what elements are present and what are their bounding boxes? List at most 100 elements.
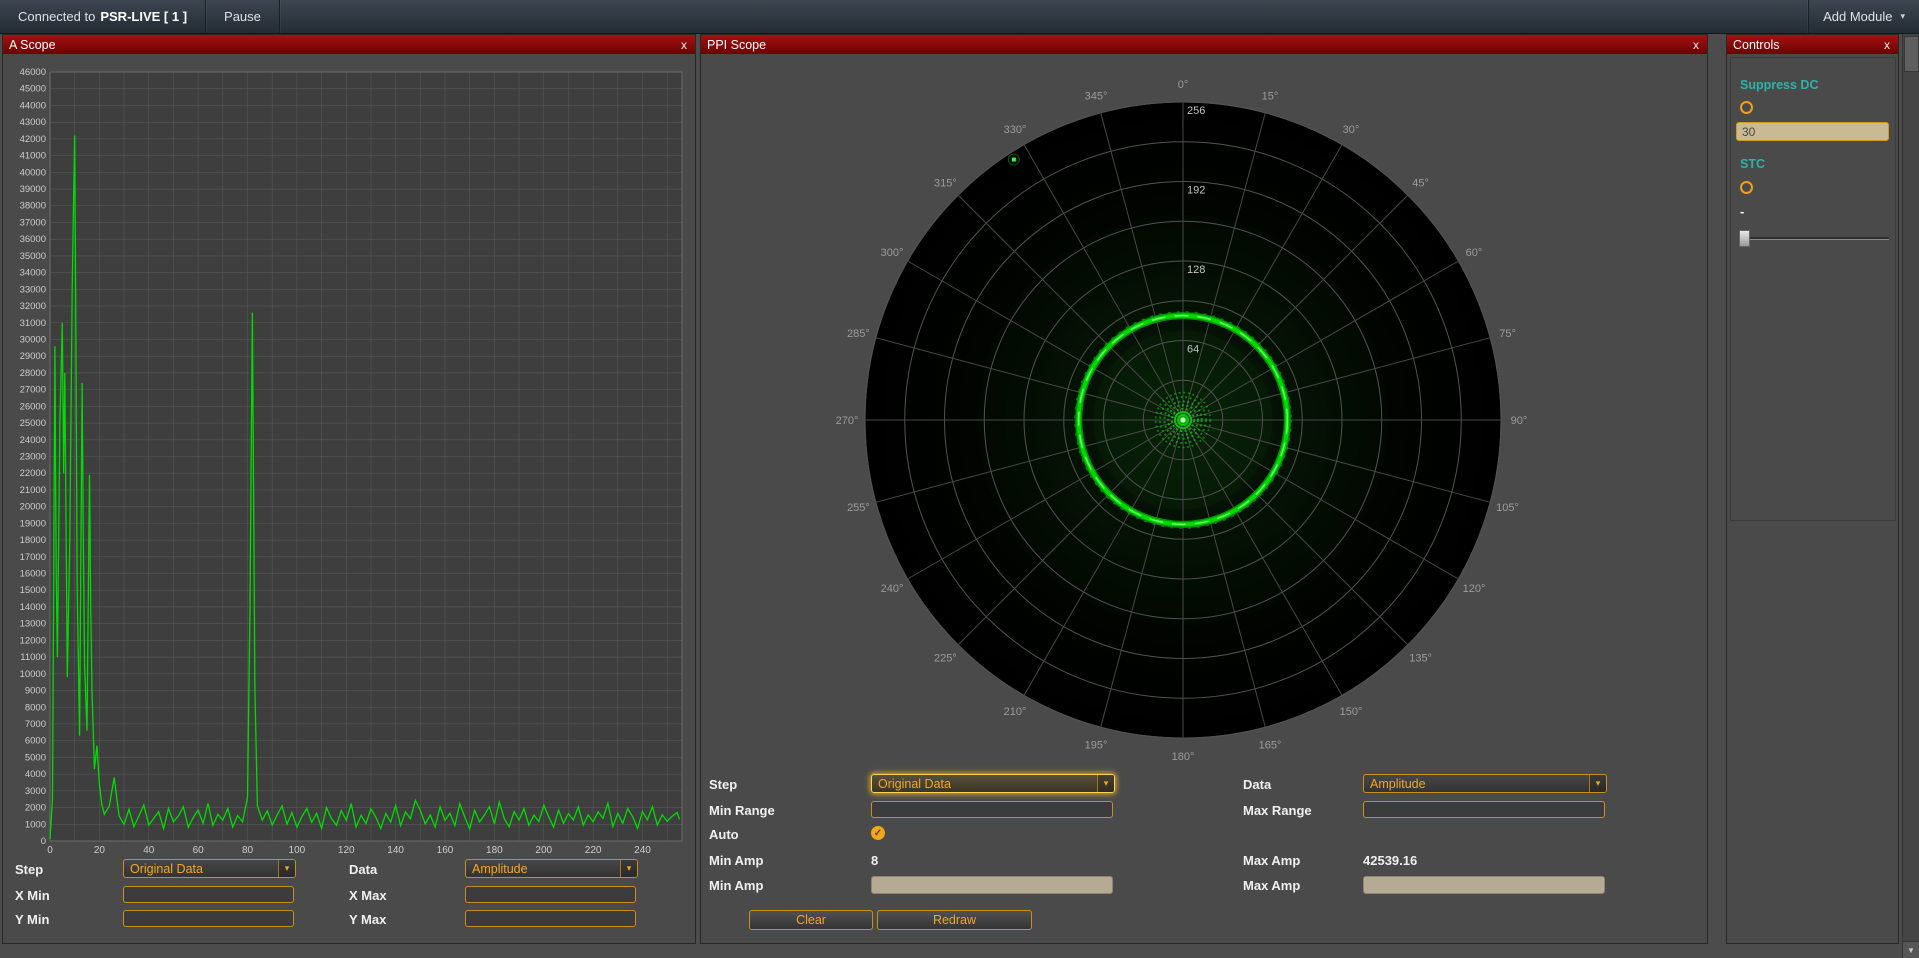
a-step-value: Original Data (124, 862, 278, 876)
svg-text:20000: 20000 (20, 502, 46, 513)
ppi-step-dropdown[interactable]: Original Data ▾ (871, 774, 1115, 793)
svg-text:80: 80 (242, 845, 254, 856)
ppi-maxamp-input-label: Max Amp (1243, 878, 1300, 893)
ppi-maxrange-label: Max Range (1243, 803, 1312, 818)
svg-text:30°: 30° (1343, 124, 1360, 136)
a-data-dropdown[interactable]: Amplitude ▾ (465, 859, 638, 878)
svg-text:140: 140 (387, 845, 404, 856)
chevron-down-icon: ▾ (1097, 775, 1114, 792)
svg-text:26000: 26000 (20, 401, 46, 412)
ppi-scope-panel: PPI Scope x 641281922560°15°30°45°60°75°… (700, 34, 1708, 944)
ppi-data-dropdown[interactable]: Amplitude ▾ (1363, 774, 1607, 793)
svg-text:128: 128 (1187, 264, 1205, 276)
svg-text:255°: 255° (847, 502, 870, 514)
ppi-auto-label: Auto (709, 827, 739, 842)
svg-text:15°: 15° (1262, 90, 1279, 102)
close-icon[interactable]: x (1691, 39, 1701, 51)
svg-text:14000: 14000 (20, 602, 46, 613)
ppi-maxamp-input[interactable] (1363, 876, 1605, 894)
stc-radio[interactable] (1740, 181, 1753, 194)
close-icon[interactable]: x (1882, 39, 1892, 51)
controls-header[interactable]: Controls x (1727, 35, 1898, 54)
ppi-minrange-input[interactable] (871, 801, 1113, 818)
svg-text:40000: 40000 (20, 167, 46, 178)
ppi-maxrange-input[interactable] (1363, 801, 1605, 818)
a-scope-header[interactable]: A Scope x (3, 35, 695, 54)
svg-text:33000: 33000 (20, 284, 46, 295)
close-icon[interactable]: x (679, 39, 689, 51)
svg-text:210°: 210° (1004, 706, 1027, 718)
svg-text:90°: 90° (1511, 415, 1528, 427)
ppi-scope-display: 641281922560°15°30°45°60°75°90°105°120°1… (701, 54, 1707, 766)
svg-text:25000: 25000 (20, 418, 46, 429)
a-scope-panel: A Scope x 010002000300040005000600070008… (2, 34, 696, 944)
svg-text:34000: 34000 (20, 268, 46, 279)
scrollbar-thumb[interactable] (1904, 36, 1919, 72)
svg-text:16000: 16000 (20, 569, 46, 580)
svg-text:330°: 330° (1004, 124, 1027, 136)
caret-down-icon: ▾ (1900, 11, 1905, 22)
clear-button[interactable]: Clear (749, 910, 873, 930)
svg-text:0°: 0° (1178, 79, 1189, 91)
svg-text:345°: 345° (1085, 90, 1108, 102)
svg-text:44000: 44000 (20, 100, 46, 111)
redraw-button[interactable]: Redraw (877, 910, 1032, 930)
a-xmin-input[interactable] (123, 886, 294, 903)
svg-text:30000: 30000 (20, 334, 46, 345)
svg-text:60°: 60° (1466, 247, 1483, 259)
controls-title: Controls (1733, 38, 1780, 52)
svg-text:0: 0 (47, 845, 53, 856)
svg-text:240°: 240° (881, 583, 904, 595)
suppress-dc-radio[interactable] (1740, 101, 1753, 114)
ppi-scope-header[interactable]: PPI Scope x (701, 35, 1707, 54)
chevron-down-icon: ▾ (278, 860, 295, 877)
a-data-label: Data (349, 862, 377, 877)
pause-button-label: Pause (224, 9, 261, 24)
a-step-label: Step (15, 862, 43, 877)
svg-text:8000: 8000 (25, 702, 46, 713)
ppi-minamp-label: Min Amp (709, 853, 763, 868)
check-icon: ✓ (874, 828, 882, 839)
a-ymax-input[interactable] (465, 910, 636, 927)
a-xmax-label: X Max (349, 888, 387, 903)
svg-text:17000: 17000 (20, 552, 46, 563)
ppi-minamp-value: 8 (871, 853, 878, 868)
stc-slider-handle[interactable] (1739, 230, 1750, 247)
svg-text:45°: 45° (1412, 177, 1429, 189)
svg-text:35000: 35000 (20, 251, 46, 262)
svg-text:13000: 13000 (20, 619, 46, 630)
ppi-step-label: Step (709, 777, 737, 792)
svg-text:19000: 19000 (20, 518, 46, 529)
add-module-button[interactable]: Add Module ▾ (1808, 0, 1919, 33)
svg-text:28000: 28000 (20, 368, 46, 379)
vertical-scrollbar[interactable]: ▼ (1902, 34, 1919, 958)
svg-text:38000: 38000 (20, 201, 46, 212)
ppi-maxamp-value: 42539.16 (1363, 853, 1417, 868)
pause-button[interactable]: Pause (206, 0, 280, 33)
svg-text:41000: 41000 (20, 151, 46, 162)
ppi-auto-checkbox[interactable]: ✓ (871, 826, 885, 840)
add-module-label: Add Module (1823, 9, 1892, 24)
suppress-dc-input[interactable] (1736, 122, 1889, 141)
svg-text:135°: 135° (1409, 653, 1432, 665)
svg-text:29000: 29000 (20, 351, 46, 362)
svg-text:165°: 165° (1259, 740, 1282, 752)
stc-slider-track[interactable] (1739, 237, 1889, 240)
ppi-minrange-label: Min Range (709, 803, 775, 818)
svg-text:24000: 24000 (20, 435, 46, 446)
a-ymin-input[interactable] (123, 910, 294, 927)
svg-text:120: 120 (338, 845, 355, 856)
svg-text:75°: 75° (1499, 328, 1516, 340)
svg-text:42000: 42000 (20, 134, 46, 145)
ppi-minamp-input[interactable] (871, 876, 1113, 894)
svg-text:0: 0 (41, 836, 46, 847)
a-step-dropdown[interactable]: Original Data ▾ (123, 859, 296, 878)
svg-text:256: 256 (1187, 105, 1205, 117)
a-scope-x-axis-labels: 020406080100120140160180200220240 (47, 845, 651, 856)
scrollbar-down-button[interactable]: ▼ (1903, 941, 1919, 958)
svg-text:180°: 180° (1172, 751, 1195, 763)
a-xmax-input[interactable] (465, 886, 636, 903)
stc-label: STC (1740, 157, 1765, 171)
connection-prefix: Connected to (18, 9, 95, 24)
svg-text:15000: 15000 (20, 585, 46, 596)
